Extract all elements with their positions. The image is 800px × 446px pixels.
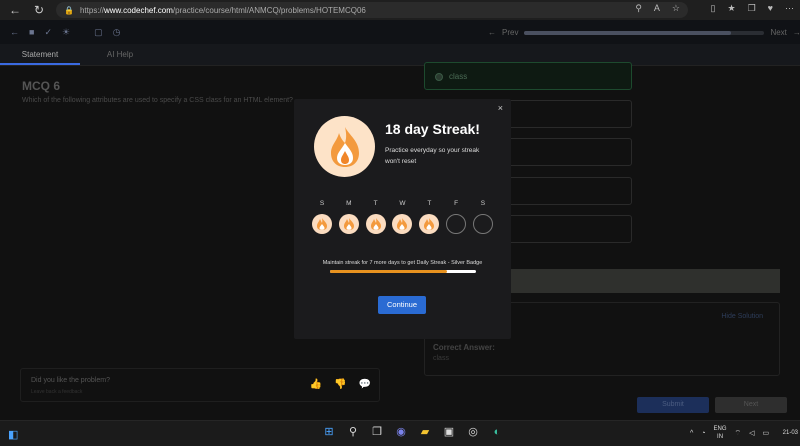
- collections-icon[interactable]: ❐: [748, 3, 756, 14]
- day-letter: F: [454, 200, 459, 207]
- day-2: T: [365, 200, 387, 234]
- day-0: S: [311, 200, 333, 234]
- dell-icon[interactable]: ◎: [466, 425, 480, 439]
- task-view-icon[interactable]: ❐: [370, 425, 384, 439]
- chevron-up-icon[interactable]: ^: [690, 430, 693, 437]
- language-indicator[interactable]: ENG IN: [714, 425, 727, 441]
- streak-title: 18 day Streak!: [385, 121, 480, 137]
- next-top-button[interactable]: Next: [770, 28, 786, 37]
- fire-icon: [314, 116, 375, 177]
- feedback-subtext: Leave back a feedback: [31, 389, 83, 395]
- wifi-icon[interactable]: ⌔: [735, 429, 742, 438]
- day-letter: T: [373, 200, 378, 207]
- teams-icon[interactable]: ◉: [394, 425, 408, 439]
- option-1[interactable]: class: [424, 62, 632, 90]
- day-letter: T: [427, 200, 432, 207]
- favorite-star-icon[interactable]: ☆: [672, 3, 680, 14]
- day-flame-icon: [392, 214, 413, 234]
- battery-icon[interactable]: ▭: [763, 429, 770, 437]
- start-windows-icon[interactable]: ⊞: [322, 425, 336, 439]
- thumbs-up-icon[interactable]: 👍: [310, 379, 322, 390]
- search-icon[interactable]: ⚲: [346, 425, 360, 439]
- day-1: M: [338, 200, 360, 234]
- refresh-icon[interactable]: ↻: [30, 1, 48, 19]
- volume-icon[interactable]: ◁: [749, 429, 754, 437]
- course-progress-bar: [524, 30, 765, 35]
- windows-taskbar: ◧ ⊞ ⚲ ❐ ◉ ▰ ▣ ◎ ◐ ^ ◔ ENG IN ⌔ ◁ ▭ 21-03: [0, 420, 800, 446]
- app-toolbar: ← ■ ✓ ☀ ▢ ◷ ← Prev Next →: [0, 20, 800, 44]
- streak-progress-bar: [330, 270, 476, 273]
- day-letter: S: [480, 200, 486, 207]
- store-icon[interactable]: ▣: [442, 425, 456, 439]
- day-empty-circle: [446, 214, 467, 234]
- day-6: S: [472, 200, 494, 234]
- url-prefix: https://: [79, 5, 104, 15]
- extensions-icon[interactable]: ♥: [768, 3, 773, 14]
- url-path: /practice/course/html/ANMCQ/problems/HOT…: [172, 5, 366, 15]
- timer-icon[interactable]: ◷: [113, 27, 121, 38]
- browser-toolbar: ← ↻ 🔒 https://www.codechef.com/practice/…: [0, 0, 800, 20]
- question-title: MCQ 6: [22, 79, 61, 93]
- edge-icon[interactable]: ◐: [490, 425, 504, 439]
- comment-icon[interactable]: 💬: [359, 379, 371, 390]
- url-host: www.codechef.com: [103, 5, 173, 15]
- radio-selected-icon: [435, 73, 443, 81]
- day-3: W: [391, 200, 413, 234]
- bookmark-icon[interactable]: ▢: [94, 27, 103, 38]
- day-flame-icon: [365, 214, 386, 234]
- check-icon[interactable]: ✓: [44, 27, 52, 38]
- continue-button[interactable]: Continue: [378, 296, 426, 314]
- day-5: F: [445, 200, 467, 234]
- clock[interactable]: 21-03: [783, 430, 798, 436]
- day-empty-circle: [472, 214, 493, 234]
- day-letter: S: [319, 200, 325, 207]
- streak-progress-fill: [330, 270, 447, 273]
- split-screen-icon[interactable]: ▯: [711, 3, 716, 14]
- next-arrow-icon[interactable]: →: [793, 28, 800, 37]
- day-4: T: [418, 200, 440, 234]
- question-text: Which of the following attributes are us…: [22, 97, 293, 104]
- streak-message: Maintain streak for 7 more days to get D…: [322, 260, 483, 266]
- back-arrow-icon[interactable]: ←: [10, 27, 19, 37]
- close-icon[interactable]: ×: [498, 103, 503, 113]
- address-bar[interactable]: 🔒 https://www.codechef.com/practice/cour…: [56, 2, 688, 18]
- prev-button[interactable]: Prev: [502, 28, 518, 37]
- day-flame-icon: [312, 214, 332, 234]
- more-icon[interactable]: ⋯: [785, 3, 794, 14]
- day-letter: W: [399, 200, 406, 207]
- theme-sun-icon[interactable]: ☀: [62, 27, 70, 38]
- next-button[interactable]: Next: [715, 397, 787, 413]
- widgets-icon[interactable]: ◧: [8, 428, 18, 441]
- file-explorer-icon[interactable]: ▰: [418, 425, 432, 439]
- hide-solution-button[interactable]: Hide Solution: [721, 313, 763, 320]
- favorites-icon[interactable]: ★: [728, 3, 736, 14]
- lang-top: ENG: [713, 426, 727, 432]
- tray-app-icon[interactable]: ◔: [701, 430, 705, 437]
- panel-tabs: Statement AI Help: [0, 44, 800, 66]
- lang-bottom: IN: [717, 434, 724, 440]
- menu-square-icon[interactable]: ■: [29, 27, 34, 37]
- feedback-question: Did you like the problem?: [31, 377, 110, 384]
- streak-modal: × 18 day Streak! Practice everyday so yo…: [294, 99, 511, 339]
- correct-answer-label: Correct Answer:: [433, 343, 495, 352]
- day-flame-icon: [338, 214, 359, 234]
- day-flame-icon: [419, 214, 440, 234]
- streak-subtitle: Practice everyday so your streak won't r…: [385, 147, 480, 165]
- option-label: class: [449, 72, 468, 81]
- feedback-box: Did you like the problem? Leave back a f…: [20, 368, 380, 402]
- submit-button[interactable]: Submit: [637, 397, 709, 413]
- course-progress-fill: [524, 30, 731, 35]
- prev-arrow-icon[interactable]: ←: [488, 28, 496, 37]
- tab-statement[interactable]: Statement: [0, 44, 80, 65]
- tab-ai-help[interactable]: AI Help: [80, 44, 160, 65]
- day-letter: M: [346, 200, 352, 207]
- zoom-icon[interactable]: ⚲: [635, 3, 642, 14]
- thumbs-down-icon[interactable]: 👎: [334, 379, 346, 390]
- back-icon[interactable]: ←: [6, 1, 24, 19]
- correct-answer-value: class: [433, 355, 449, 362]
- read-aloud-icon[interactable]: A: [654, 3, 660, 14]
- week-days-row: SMTWTFS: [311, 200, 494, 234]
- lock-icon: 🔒: [64, 5, 74, 15]
